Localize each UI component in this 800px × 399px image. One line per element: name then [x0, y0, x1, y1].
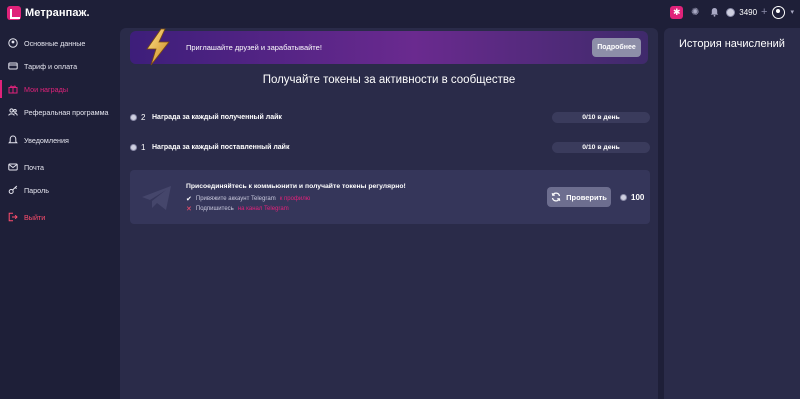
verify-button-label: Проверить: [566, 192, 607, 202]
banner-text: Приглашайте друзей и зарабатывайте!: [186, 43, 322, 52]
sidebar-item-label: Почта: [24, 162, 44, 172]
logout-icon: [8, 212, 18, 222]
cross-icon: ✕: [186, 206, 192, 213]
sidebar-item-billing[interactable]: Тариф и оплата: [0, 57, 117, 75]
logo[interactable]: Метранпаж.: [7, 6, 90, 20]
step-text: Подпишитесь: [195, 206, 234, 212]
step-text: Привяжите аккаунт Telegram: [195, 196, 276, 202]
reward-amount-value: 2: [141, 112, 146, 122]
top-bar: Метранпаж. ✱ ✺ 3490 + ▾: [0, 0, 800, 28]
coin-icon: [726, 7, 736, 17]
plus-icon[interactable]: +: [761, 6, 767, 18]
sidebar-item-notifications[interactable]: Уведомления: [0, 131, 117, 149]
balance-value: 3490: [739, 7, 758, 17]
coin-icon: [620, 194, 627, 201]
referral-banner: Приглашайте друзей и зарабатывайте! Подр…: [130, 28, 648, 66]
verify-button[interactable]: Проверить: [547, 187, 611, 207]
sidebar-item-label: Основные данные: [24, 38, 86, 48]
lightning-icon: [146, 28, 170, 66]
key-icon: [8, 185, 18, 195]
rewards-panel: Приглашайте друзей и зарабатывайте! Подр…: [120, 28, 658, 399]
refresh-icon: [551, 192, 561, 202]
reward-amount-value: 1: [141, 142, 146, 152]
reward-amount: 2: [130, 113, 152, 122]
gift-icon: [8, 84, 18, 94]
telegram-step-subscribe: ✕ Подпишитесь на канал Telegram: [186, 205, 289, 213]
sidebar-item-label: Пароль: [24, 185, 49, 195]
token-balance: 3490 +: [726, 6, 767, 18]
card-icon: [8, 61, 18, 71]
reward-amount: 1: [130, 143, 152, 152]
channel-link[interactable]: на канал Telegram: [238, 206, 289, 212]
reward-label: Награда за каждый поставленный лайк: [152, 143, 290, 151]
telegram-step-link-account: ✔ Привяжите аккаунт Telegram к профилю: [186, 195, 310, 203]
sidebar-item-rewards[interactable]: Мои награды: [0, 80, 117, 98]
sidebar-item-logout[interactable]: Выйти: [0, 208, 117, 226]
user-avatar-icon[interactable]: [772, 5, 786, 19]
coin-icon: [130, 143, 137, 151]
sidebar-item-referral[interactable]: Реферальная программа: [0, 103, 117, 121]
gift-icon[interactable]: ✱: [670, 5, 684, 19]
logo-text: Метранпаж.: [25, 7, 90, 19]
check-icon: ✔: [186, 196, 192, 203]
bell-icon[interactable]: [707, 5, 721, 19]
reward-row-received-like: 2 Награда за каждый полученный лайк 0/10…: [130, 111, 650, 123]
history-panel: История начислений: [664, 28, 800, 399]
telegram-card: Присоединяйтесь к коммьюнити и получайте…: [130, 170, 650, 224]
reward-label: Награда за каждый полученный лайк: [152, 113, 282, 121]
history-title: История начислений: [679, 38, 785, 50]
sidebar-item-mail[interactable]: Почта: [0, 158, 117, 176]
sidebar-item-label: Мои награды: [24, 84, 69, 94]
user-icon: [8, 38, 18, 48]
sidebar-item-label: Тариф и оплата: [24, 61, 78, 71]
reward-progress: 0/10 в день: [552, 111, 650, 123]
profile-link[interactable]: к профилю: [280, 196, 311, 202]
details-button[interactable]: Подробнее: [592, 38, 641, 57]
coin-icon: [130, 113, 137, 121]
chevron-down-icon[interactable]: ▾: [790, 8, 794, 16]
sidebar: Основные данные Тариф и оплата Мои награ…: [0, 28, 117, 399]
header-actions: ✱ ✺ 3490 + ▾: [670, 5, 794, 19]
reward-progress: 0/10 в день: [552, 141, 650, 153]
mail-icon: [8, 162, 18, 172]
telegram-icon: [142, 186, 171, 210]
users-icon: [8, 107, 18, 117]
telegram-reward: 100: [620, 193, 644, 202]
telegram-card-title: Присоединяйтесь к коммьюнити и получайте…: [186, 183, 406, 190]
theme-toggle-icon[interactable]: ✺: [688, 5, 702, 19]
section-title: Получайте токены за активности в сообщес…: [262, 74, 516, 86]
reward-row-given-like: 1 Награда за каждый поставленный лайк 0/…: [130, 141, 650, 153]
telegram-reward-value: 100: [631, 193, 645, 202]
sidebar-item-password[interactable]: Пароль: [0, 181, 117, 199]
sidebar-item-label: Реферальная программа: [24, 107, 109, 117]
sidebar-item-label: Уведомления: [24, 135, 69, 145]
sidebar-item-profile[interactable]: Основные данные: [0, 34, 117, 52]
sidebar-item-label: Выйти: [24, 212, 46, 222]
bell-icon: [8, 135, 18, 145]
logo-icon: [7, 6, 21, 20]
